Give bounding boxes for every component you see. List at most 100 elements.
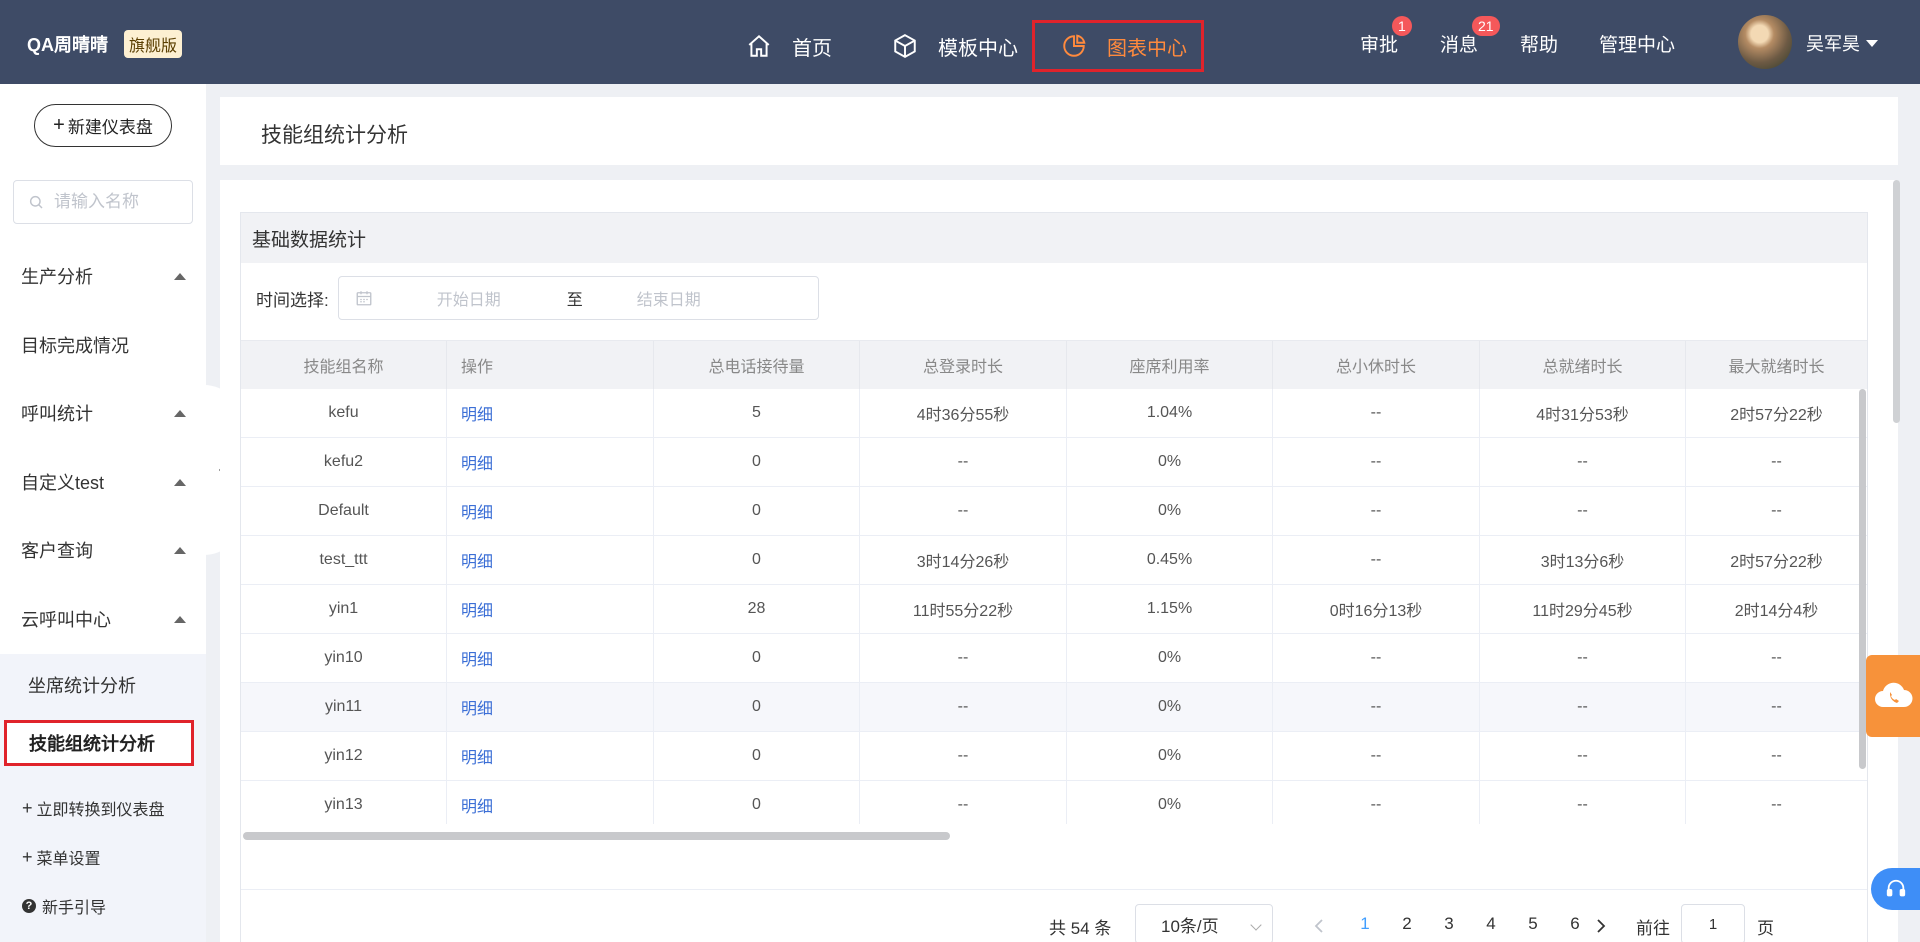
table-cell: -- [1273,487,1480,535]
new-dashboard-button[interactable]: + 新建仪表盘 [34,104,172,147]
nav-home-label: 首页 [792,37,832,60]
detail-link[interactable]: 明细 [447,585,654,633]
table-cell: yin11 [241,683,447,731]
detail-link[interactable]: 明细 [447,732,654,780]
column-header: 总小休时长 [1273,341,1480,389]
pagination: 共 54 条 10条/页 123456 前往 页 [241,889,1867,942]
menu-search-input[interactable] [54,192,184,212]
detail-link[interactable]: 明细 [447,438,654,486]
table-cell: yin13 [241,781,447,824]
date-range-picker[interactable]: 开始日期 至 结束日期 [337,276,819,320]
edition-badge: 旗舰版 [124,30,183,58]
prev-page-icon[interactable] [1310,916,1330,936]
page-number-button[interactable]: 3 [1434,914,1464,934]
goto-label: 前往 [1636,919,1670,938]
next-page-icon[interactable] [1590,916,1610,936]
detail-link[interactable]: 明细 [447,487,654,535]
column-header: 总电话接待量 [654,341,860,389]
page-number-button[interactable]: 1 [1350,914,1380,934]
sidebar: + 新建仪表盘 生产分析 目标完成情况 呼叫统计 自定义test 客户查询 云呼… [0,84,206,942]
table-header: 技能组名称 操作 总电话接待量 总登录时长 座席利用率 总小休时长 总就绪时长 最大就绪时长 [241,340,1867,389]
top-navbar: QA周晴晴 旗舰版 首页 模板中心 图表中心 审批 1 消息 21 帮助 管理中… [0,0,1920,84]
nav-home[interactable]: 首页 [746,20,832,72]
caret-down-icon [1866,39,1878,47]
menu-item-target-completion[interactable]: 目标完成情况 [0,320,206,370]
table-row: yin11 明细 0 -- 0% -- -- -- [241,683,1867,732]
menu-group-production[interactable]: 生产分析 [0,251,206,301]
detail-link[interactable]: 明细 [447,683,654,731]
table-cell: 3时14分26秒 [860,536,1067,584]
page-title: 技能组统计分析 [261,124,408,147]
user-name: 吴军昊 [1806,34,1860,54]
convert-to-dashboard-link[interactable]: + 立即转换到仪表盘 [22,796,165,820]
page-scrollbar[interactable] [1893,180,1900,423]
start-date-input[interactable]: 开始日期 [437,286,567,310]
horizontal-scrollbar[interactable] [243,832,950,840]
table-cell: 0% [1067,487,1273,535]
menu-group-custom-test[interactable]: 自定义test [0,457,206,507]
plus-icon: + [53,114,65,136]
table-cell: -- [860,487,1067,535]
table-cell: 0% [1067,683,1273,731]
cloud-call-float-button[interactable] [1866,655,1920,737]
vertical-scrollbar[interactable] [1859,389,1866,769]
customer-service-float-button[interactable] [1871,868,1920,910]
table-cell: 3时13分6秒 [1480,536,1686,584]
question-icon: ? [22,899,36,913]
table-cell: 5 [654,389,860,437]
stats-card: 基础数据统计 时间选择: 开始日期 至 结束日期 技能组名称 操作 总电话接待量 总登… [240,212,1868,942]
table-cell: -- [1771,747,1782,764]
table-cell: 1.15% [1067,585,1273,633]
table-cell: -- [1771,453,1782,470]
end-date-input[interactable]: 结束日期 [637,286,787,310]
table-cell: -- [1273,438,1480,486]
menu-group-call-stats[interactable]: 呼叫统计 [0,388,206,438]
page-size-select[interactable]: 10条/页 [1135,904,1273,942]
page-number-button[interactable]: 6 [1560,914,1590,934]
cloud-phone-icon [1875,682,1913,707]
chevron-down-icon [1250,919,1262,931]
new-dashboard-label: 新建仪表盘 [67,118,153,137]
table-cell: -- [1480,781,1686,824]
table-row: Default 明细 0 -- 0% -- -- -- [241,487,1867,536]
menu-group-customer-query[interactable]: 客户查询 [0,525,206,575]
table-cell: 0.45% [1067,536,1273,584]
column-header: 操作 [447,341,654,389]
messages-link[interactable]: 消息 21 [1440,16,1500,57]
avatar[interactable] [1738,15,1792,69]
nav-chart-center[interactable]: 图表中心 [1032,20,1204,72]
home-icon [748,34,770,57]
help-link[interactable]: 帮助 [1520,30,1558,57]
page-number-button[interactable]: 2 [1392,914,1422,934]
approve-link[interactable]: 审批 1 [1360,16,1412,57]
data-table: 技能组名称 操作 总电话接待量 总登录时长 座席利用率 总小休时长 总就绪时长 最大就绪时长 … [241,340,1867,824]
submenu-skill-group-stats[interactable]: 技能组统计分析 [4,720,194,766]
user-menu[interactable]: 吴军昊 [1806,30,1878,56]
convert-label: 立即转换到仪表盘 [36,802,165,819]
table-cell: -- [860,634,1067,682]
menu-group-cloud-call-center[interactable]: 云呼叫中心 [0,594,206,644]
menu-settings-link[interactable]: + 菜单设置 [22,845,101,869]
table-cell: -- [860,781,1067,824]
nav-template-center[interactable]: 模板中心 [892,20,1018,72]
table-cell: -- [860,732,1067,780]
table-cell: 4时31分53秒 [1480,389,1686,437]
detail-link[interactable]: 明细 [447,389,654,437]
detail-link[interactable]: 明细 [447,536,654,584]
guide-link[interactable]: ? 新手引导 [22,894,106,918]
pie-chart-icon [1063,34,1086,57]
page-number-button[interactable]: 4 [1476,914,1506,934]
page-number-button[interactable]: 5 [1518,914,1548,934]
table-cell: 1.04% [1067,389,1273,437]
table-cell: -- [1480,487,1686,535]
table-cell: 0 [654,634,860,682]
table-cell: 0 [654,536,860,584]
detail-link[interactable]: 明细 [447,781,654,824]
table-cell: 2时57分22秒 [1730,554,1823,571]
goto-page-input[interactable] [1681,904,1745,942]
menu-group-label: 客户查询 [21,541,93,561]
table-cell: 0 [654,781,860,824]
detail-link[interactable]: 明细 [447,634,654,682]
admin-center-link[interactable]: 管理中心 [1599,30,1675,57]
submenu-seat-stats[interactable]: 坐席统计分析 [28,672,136,698]
